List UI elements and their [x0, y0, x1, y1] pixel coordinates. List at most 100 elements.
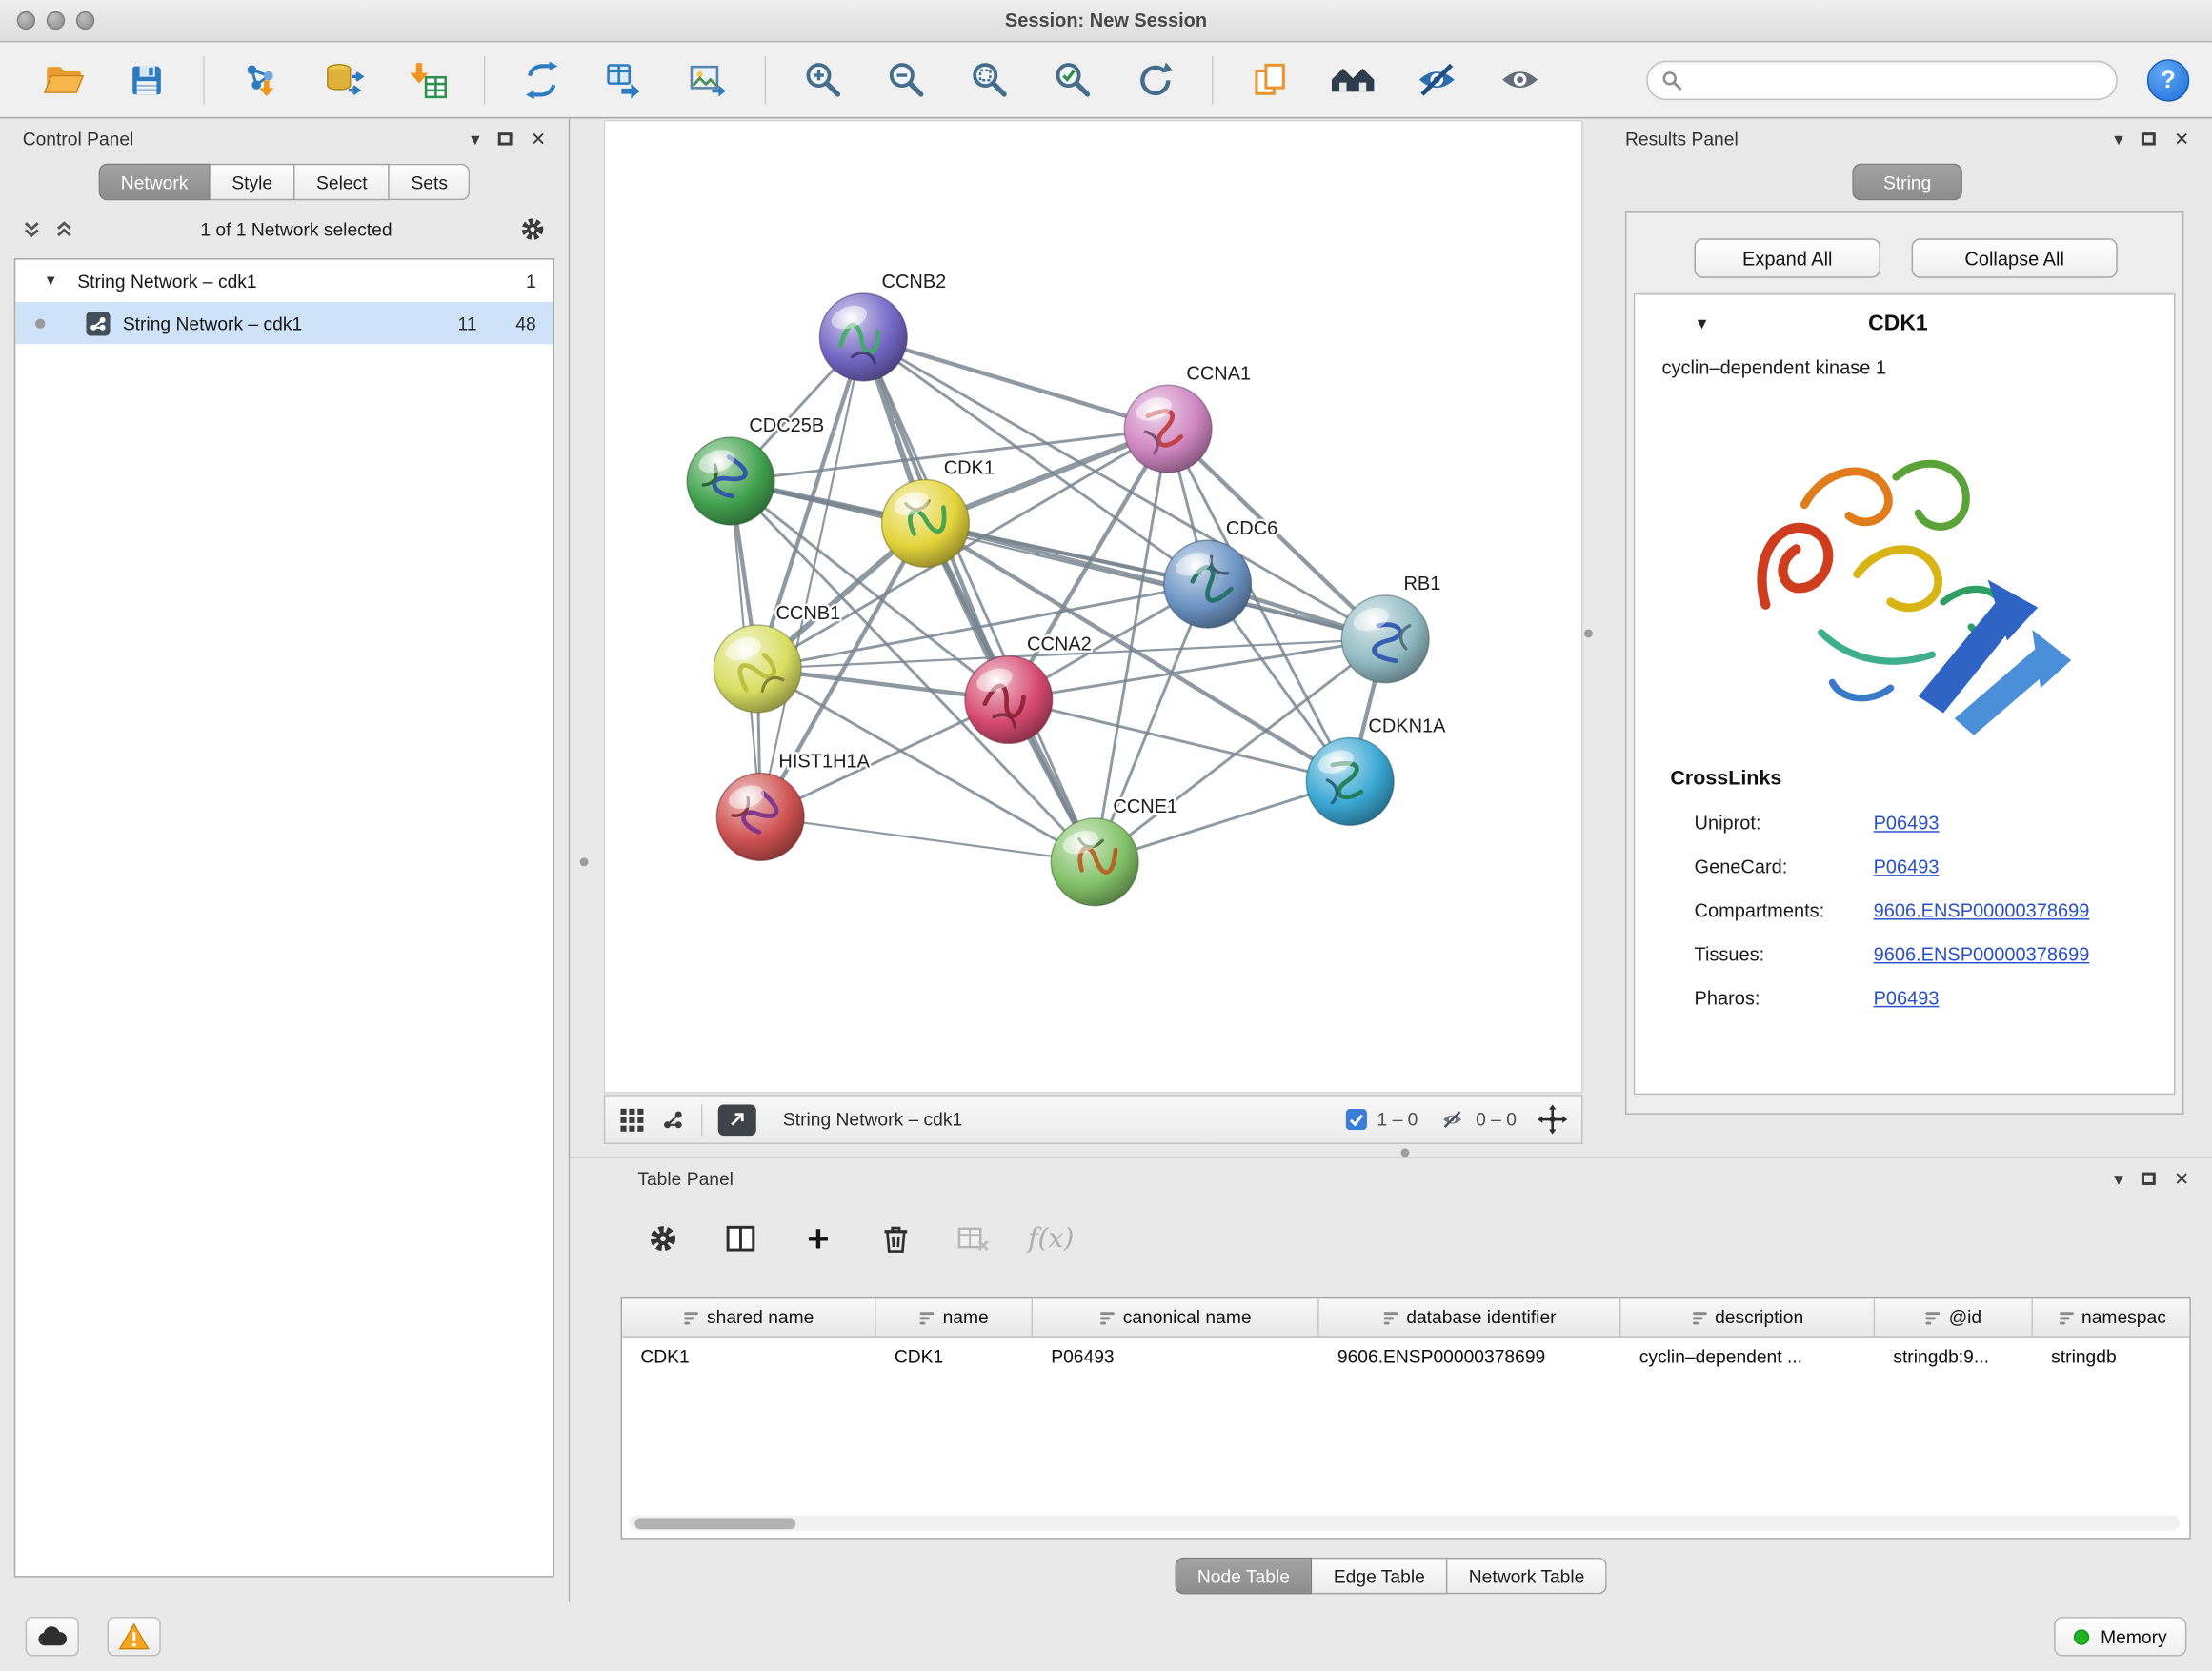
- tree-expand-icon[interactable]: ▼: [44, 273, 58, 289]
- network-node-RB1[interactable]: RB1: [1341, 574, 1440, 683]
- zoom-in-button[interactable]: [795, 53, 849, 107]
- network-edge[interactable]: [760, 337, 863, 816]
- crosslink-link[interactable]: 9606.ENSP00000378699: [1874, 944, 2090, 965]
- column-header-shared-name[interactable]: shared name: [622, 1298, 876, 1336]
- network-edge[interactable]: [863, 337, 1095, 862]
- network-node-CDKN1A[interactable]: CDKN1A: [1306, 716, 1446, 826]
- import-table-from-file-button[interactable]: [401, 53, 454, 107]
- zoom-fit-button[interactable]: [962, 53, 1016, 107]
- import-network-from-database-button[interactable]: [317, 53, 371, 107]
- expand-all-chevron-icon[interactable]: [55, 219, 73, 237]
- network-collection-row[interactable]: ▼ String Network – cdk1 1: [15, 259, 553, 301]
- memory-button[interactable]: Memory: [2054, 1617, 2186, 1656]
- crosslink-link[interactable]: P06493: [1874, 856, 1940, 877]
- window-close-button[interactable]: [17, 11, 35, 30]
- warnings-button[interactable]: [108, 1617, 161, 1656]
- network-node-HIST1H1A[interactable]: HIST1H1A: [716, 752, 870, 861]
- network-node-CDK1[interactable]: CDK1: [882, 458, 995, 568]
- table-row[interactable]: CDK1CDK1P064939606.ENSP00000378699cyclin…: [622, 1338, 2189, 1376]
- zoom-selected-button[interactable]: [1045, 53, 1098, 107]
- tab-style[interactable]: Style: [211, 164, 295, 201]
- tab-edge-table[interactable]: Edge Table: [1313, 1558, 1448, 1595]
- delete-column-button[interactable]: [876, 1218, 915, 1258]
- save-session-button[interactable]: [120, 53, 173, 107]
- open-session-button[interactable]: [37, 53, 90, 107]
- gear-icon[interactable]: [519, 215, 546, 242]
- tab-network-table[interactable]: Network Table: [1448, 1558, 1608, 1595]
- panel-close-icon[interactable]: ✕: [2174, 1169, 2189, 1187]
- hidden-eye-slash-icon[interactable]: [1439, 1109, 1466, 1130]
- collapse-section-icon[interactable]: ▼: [1695, 316, 1710, 333]
- column-header-name[interactable]: name: [876, 1298, 1033, 1336]
- import-network-from-file-button[interactable]: [234, 53, 288, 107]
- help-button[interactable]: ?: [2147, 58, 2189, 100]
- splitter-handle[interactable]: [1584, 629, 1593, 637]
- horizontal-scrollbar[interactable]: [629, 1515, 2179, 1530]
- search-input[interactable]: [1690, 70, 2101, 91]
- network-node-CCNA1[interactable]: CCNA1: [1124, 363, 1251, 473]
- table-cell[interactable]: stringdb:9...: [1875, 1338, 2033, 1376]
- crosslink-link[interactable]: 9606.ENSP00000378699: [1874, 900, 2090, 921]
- scrollbar-thumb[interactable]: [634, 1518, 795, 1529]
- export-image-button[interactable]: [681, 53, 734, 107]
- zoom-out-button[interactable]: [879, 53, 933, 107]
- network-node-CCNB2[interactable]: CCNB2: [819, 272, 946, 381]
- network-graph[interactable]: CCNB2CCNA1CDC25BCDK1CDC6RB1CCNB1CCNA2CDK…: [605, 121, 1581, 1092]
- column-header-database-identifier[interactable]: database identifier: [1319, 1298, 1621, 1336]
- tab-sets[interactable]: Sets: [390, 164, 470, 201]
- panel-float-icon[interactable]: [2142, 1172, 2156, 1184]
- column-header-canonical-name[interactable]: canonical name: [1033, 1298, 1319, 1336]
- collapse-all-chevron-icon[interactable]: [23, 219, 41, 237]
- table-cell[interactable]: stringdb: [2033, 1338, 2191, 1376]
- network-edge[interactable]: [760, 816, 1095, 861]
- home-button[interactable]: [1326, 53, 1379, 107]
- expand-all-button[interactable]: Expand All: [1695, 238, 1880, 277]
- panel-menu-icon[interactable]: ▾: [471, 129, 480, 147]
- panel-float-icon[interactable]: [498, 131, 513, 144]
- column-header-namespac[interactable]: namespac: [2033, 1298, 2191, 1336]
- panel-close-icon[interactable]: ✕: [2174, 129, 2189, 147]
- panel-menu-icon[interactable]: ▾: [2114, 1169, 2123, 1187]
- column-header--id[interactable]: @id: [1875, 1298, 2033, 1336]
- network-node-CDC25B[interactable]: CDC25B: [687, 415, 824, 525]
- birdseye-grid-icon[interactable]: [619, 1107, 645, 1133]
- splitter-handle[interactable]: [1401, 1148, 1410, 1157]
- show-all-button[interactable]: [1493, 53, 1546, 107]
- table-settings-button[interactable]: [643, 1218, 682, 1258]
- new-network-from-selection-button[interactable]: [598, 53, 652, 107]
- window-minimize-button[interactable]: [47, 11, 65, 30]
- tab-network[interactable]: Network: [98, 164, 211, 201]
- pan-crosshair-icon[interactable]: [1538, 1105, 1567, 1135]
- network-edge[interactable]: [925, 523, 1385, 638]
- collapse-all-button[interactable]: Collapse All: [1912, 238, 2118, 277]
- table-cell[interactable]: CDK1: [622, 1338, 876, 1376]
- table-cell[interactable]: P06493: [1033, 1338, 1319, 1376]
- panel-menu-icon[interactable]: ▾: [2114, 129, 2123, 147]
- share-network-icon[interactable]: [660, 1107, 686, 1133]
- network-canvas[interactable]: CCNB2CCNA1CDC25BCDK1CDC6RB1CCNB1CCNA2CDK…: [604, 120, 1583, 1094]
- add-column-button[interactable]: +: [798, 1218, 837, 1258]
- copy-button[interactable]: [1243, 53, 1297, 107]
- open-in-window-button[interactable]: [718, 1104, 756, 1136]
- network-tools-button[interactable]: [515, 53, 569, 107]
- function-builder-button[interactable]: f(x): [1032, 1218, 1071, 1258]
- network-edge[interactable]: [863, 337, 1168, 429]
- table-cell[interactable]: 9606.ENSP00000378699: [1319, 1338, 1621, 1376]
- crosslink-link[interactable]: P06493: [1874, 988, 1940, 1009]
- cloud-button[interactable]: [26, 1617, 79, 1656]
- hide-selected-button[interactable]: [1409, 53, 1462, 107]
- search-box[interactable]: [1646, 60, 2118, 99]
- network-row-selected[interactable]: String Network – cdk1 11 48: [15, 302, 553, 344]
- table-cell[interactable]: cyclin–dependent ...: [1621, 1338, 1876, 1376]
- panel-close-icon[interactable]: ✕: [531, 129, 546, 147]
- refresh-button[interactable]: [1129, 53, 1182, 107]
- panel-float-icon[interactable]: [2142, 131, 2156, 144]
- window-zoom-button[interactable]: [76, 11, 94, 30]
- column-header-description[interactable]: description: [1621, 1298, 1876, 1336]
- tab-string[interactable]: String: [1852, 164, 1962, 201]
- table-cell[interactable]: CDK1: [876, 1338, 1033, 1376]
- delete-table-button[interactable]: [954, 1218, 993, 1258]
- show-columns-button[interactable]: [721, 1218, 760, 1258]
- crosslink-link[interactable]: P06493: [1874, 813, 1940, 834]
- tab-node-table[interactable]: Node Table: [1175, 1558, 1312, 1595]
